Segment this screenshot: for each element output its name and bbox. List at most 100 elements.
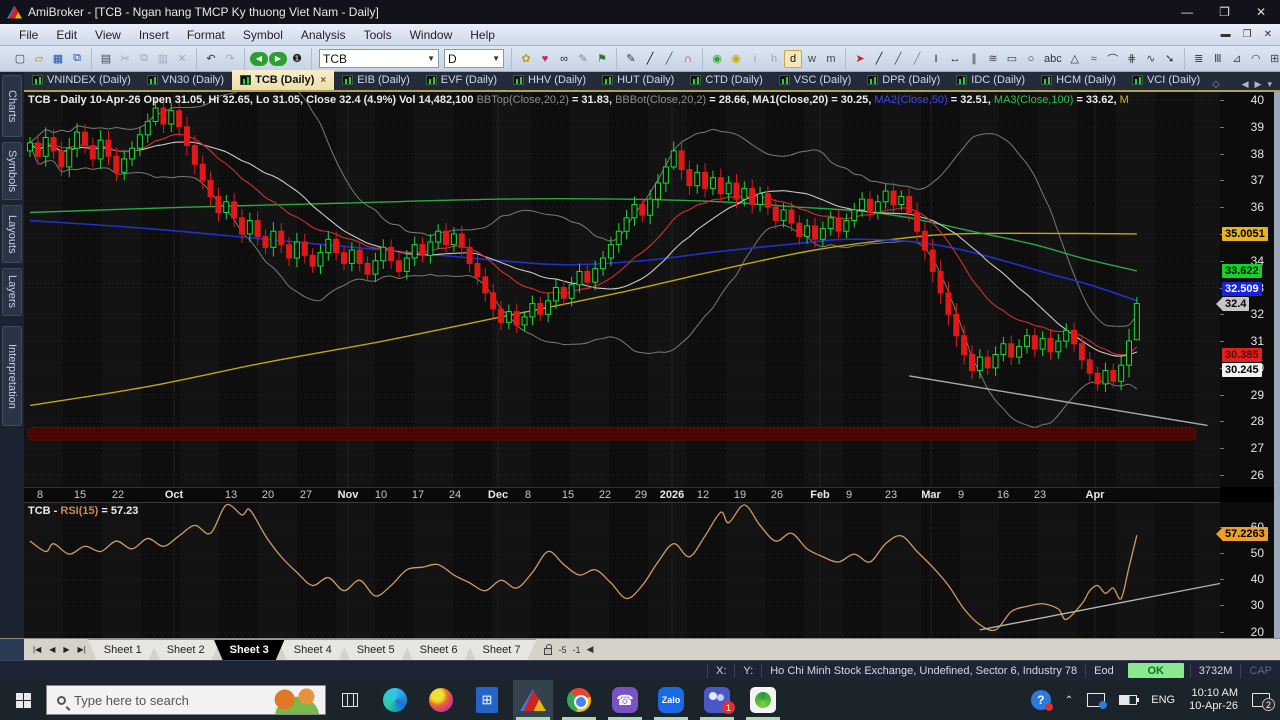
taskbar-app-calculator[interactable]: ⊞	[467, 680, 507, 720]
weekly-icon[interactable]: w	[803, 50, 821, 68]
symbol-favorite-icon[interactable]: ✿	[517, 50, 535, 68]
symbol-tab-eib[interactable]: EIB (Daily)	[334, 70, 418, 90]
redo-icon[interactable]: ↷	[221, 50, 239, 68]
pitchfork-icon[interactable]: ⋕	[1123, 50, 1141, 68]
pause-icon[interactable]: ◉	[727, 50, 745, 68]
watchlist-heart-icon[interactable]: ♥	[536, 50, 554, 68]
realtime-icon[interactable]: ◉	[708, 50, 726, 68]
segment-icon[interactable]: ╱	[908, 50, 926, 68]
copy-icon[interactable]: ⧉	[135, 50, 153, 68]
rsi-chart-svg[interactable]	[24, 503, 1220, 639]
symbol-tab-hhv[interactable]: HHV (Daily)	[505, 70, 594, 90]
symbol-tab-dpr[interactable]: DPR (Daily)	[859, 70, 948, 90]
date-axis[interactable]: 8 15 22 Oct 13 20 27 Nov 10 17 24 Dec 8 15 22 29 2026 12 1…	[24, 487, 1220, 502]
parallel-lines-icon[interactable]: ∥	[965, 50, 983, 68]
note-icon[interactable]: ✎	[574, 50, 592, 68]
tab-scroll-menu-icon[interactable]: ▾	[1267, 79, 1272, 90]
paste-icon[interactable]: ▥	[154, 50, 172, 68]
taskbar-app-chrome[interactable]	[559, 680, 599, 720]
daily-icon[interactable]: d	[784, 49, 802, 68]
menu-help[interactable]: Help	[461, 26, 504, 44]
symbol-tab-ctd[interactable]: CTD (Daily)	[682, 70, 770, 90]
style-line-icon[interactable]: ≣	[1190, 50, 1208, 68]
symbol-tab-hcm[interactable]: HCM (Daily)	[1033, 70, 1124, 90]
new-tab-diamond-icon[interactable]: ◇	[1212, 79, 1220, 90]
taskbar-app-firefox[interactable]	[421, 680, 461, 720]
wizard-icon[interactable]: ⚑	[593, 50, 611, 68]
taskbar-app-edge[interactable]	[375, 680, 415, 720]
menu-edit[interactable]: Edit	[47, 26, 86, 44]
info-icon[interactable]: ❶	[288, 50, 306, 68]
explore-binoculars-icon[interactable]: ∞	[555, 50, 573, 68]
undo-icon[interactable]: ↶	[202, 50, 220, 68]
search-box[interactable]: Type here to search	[46, 685, 326, 715]
sheet-nav-next-button[interactable]: ▶	[60, 645, 72, 654]
delete-icon[interactable]: ✕	[173, 50, 191, 68]
vertical-scrollbar[interactable]	[1274, 92, 1280, 638]
tab-scroll-right-icon[interactable]: ▶	[1255, 79, 1262, 90]
zoom-out-1-button[interactable]: -1	[572, 645, 580, 655]
style-bar-icon[interactable]: Ⅲ	[1209, 50, 1227, 68]
sheet-nav-first-button[interactable]: |◀	[30, 645, 44, 654]
lock-icon[interactable]	[544, 643, 553, 655]
arc-icon[interactable]: ⌒	[1104, 50, 1122, 68]
tab-scroll-left-icon[interactable]: ◀	[1242, 79, 1249, 90]
taskbar-app-teams[interactable]: 1	[697, 680, 737, 720]
sheet-nav-prev-button[interactable]: ◀	[46, 645, 58, 654]
menu-symbol[interactable]: Symbol	[234, 26, 292, 44]
sheet-tab-sheet-4[interactable]: Sheet 4	[278, 639, 348, 660]
symbol-tab-vci[interactable]: VCI (Daily)	[1124, 70, 1208, 90]
grid-icon[interactable]: ⊞	[1266, 50, 1280, 68]
symbol-combo[interactable]: TCB ▼	[319, 49, 439, 68]
hourly-icon[interactable]: h	[765, 50, 783, 68]
menu-analysis[interactable]: Analysis	[292, 26, 355, 44]
price-chart-svg[interactable]	[24, 92, 1220, 487]
scroll-left-button[interactable]: ◀	[586, 644, 593, 655]
taskbar-app-green-app[interactable]	[743, 680, 783, 720]
sidebar-tab-interpretation[interactable]: Interpretation	[2, 326, 22, 426]
battery-icon[interactable]	[1119, 695, 1140, 705]
draw-pencil-icon[interactable]: ✎	[622, 50, 640, 68]
restore-button[interactable]: ❐	[1219, 5, 1230, 19]
symbol-tab-hut[interactable]: HUT (Daily)	[594, 70, 682, 90]
menu-view[interactable]: View	[86, 26, 130, 44]
save-all-icon[interactable]: ⧉	[68, 50, 86, 68]
zigzag-icon[interactable]: ∿	[1142, 50, 1160, 68]
sheet-tab-sheet-5[interactable]: Sheet 5	[341, 639, 411, 660]
select-arrow-icon[interactable]: ➤	[851, 50, 869, 68]
taskbar-app-zalo[interactable]: Zalo	[651, 680, 691, 720]
new-icon[interactable]: ▢	[11, 50, 29, 68]
menu-insert[interactable]: Insert	[130, 26, 178, 44]
open-icon[interactable]: ▱	[30, 50, 48, 68]
sheet-tab-sheet-3[interactable]: Sheet 3	[214, 639, 285, 660]
symbol-tab-vnindex[interactable]: VNINDEX (Daily)	[24, 70, 139, 90]
taskbar-app-viber[interactable]: ☎	[605, 680, 645, 720]
save-icon[interactable]: ▦	[49, 50, 67, 68]
arrow-down-icon[interactable]: ➘	[1161, 50, 1179, 68]
style-candle-icon[interactable]: ⊿	[1228, 50, 1246, 68]
help-tray-icon[interactable]: ?	[1030, 690, 1053, 711]
monthly-icon[interactable]: m	[822, 50, 840, 68]
sheet-tab-sheet-7[interactable]: Sheet 7	[467, 639, 537, 660]
symbol-tab-tcb[interactable]: TCB (Daily) ×	[232, 70, 335, 90]
symbol-tab-vsc[interactable]: VSC (Daily)	[771, 70, 859, 90]
forward-icon[interactable]: ▶	[269, 51, 287, 66]
close-tab-icon[interactable]: ×	[320, 75, 326, 86]
fibonacci-icon[interactable]: ≈	[1085, 50, 1103, 68]
sidebar-tab-layers[interactable]: Layers	[2, 268, 22, 316]
line-thin-icon[interactable]: ╱	[660, 50, 678, 68]
line-thick-icon[interactable]: ╱	[641, 50, 659, 68]
menu-window[interactable]: Window	[401, 26, 462, 44]
symbol-tab-vn30[interactable]: VN30 (Daily)	[139, 70, 232, 90]
symbol-tab-idc[interactable]: IDC (Daily)	[948, 70, 1033, 90]
rsi-axis[interactable]: 605040302057.2263	[1220, 502, 1274, 639]
horizontal-line-icon[interactable]: ↔	[946, 50, 964, 68]
price-chart-pane[interactable]: TCB - Daily 10-Apr-26 Open 31.05, Hi 32.…	[24, 92, 1220, 487]
start-button[interactable]	[0, 680, 46, 720]
sheet-tab-sheet-6[interactable]: Sheet 6	[404, 639, 474, 660]
language-indicator[interactable]: ENG	[1151, 694, 1175, 706]
interval-combo[interactable]: D ▼	[444, 49, 504, 68]
symbol-tab-evf[interactable]: EVF (Daily)	[418, 70, 505, 90]
text-tool-icon[interactable]: abc	[1041, 50, 1065, 68]
task-view-icon[interactable]	[342, 693, 358, 707]
